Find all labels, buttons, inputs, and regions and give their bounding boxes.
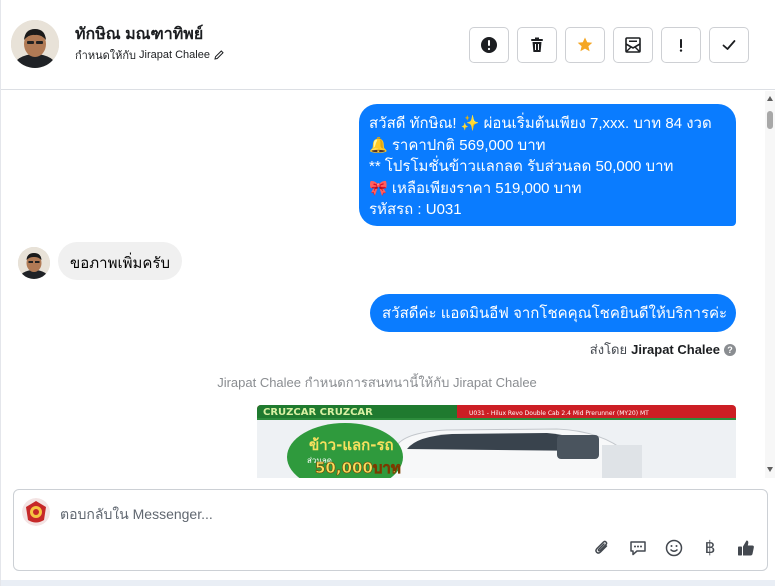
- incoming-message[interactable]: ขอภาพเพิ่มครับ: [58, 242, 182, 280]
- scroll-up-arrow-icon[interactable]: [767, 96, 773, 101]
- star-icon: [577, 37, 593, 52]
- emoji-icon: [665, 539, 683, 557]
- attach-icon: [595, 540, 608, 554]
- star-button[interactable]: [565, 27, 605, 63]
- contact-avatar[interactable]: [11, 20, 59, 68]
- trash-icon: [531, 37, 543, 52]
- help-icon[interactable]: ?: [724, 343, 736, 356]
- composer-tools: ฿: [591, 537, 757, 559]
- assignment-info[interactable]: กำหนดให้กับ Jirapat Chalee: [75, 46, 225, 64]
- promo-banner-left: CRUZCAR CRUZCAR: [263, 407, 373, 418]
- like-button[interactable]: [735, 537, 757, 559]
- promo-line-3: ** โปรโมชั่นข้าวแลกลด รับส่วนลด 50,000 บ…: [369, 158, 674, 175]
- reply-input[interactable]: [60, 504, 560, 524]
- delete-button[interactable]: [517, 27, 557, 63]
- sent-by-name: Jirapat Chalee: [631, 342, 720, 357]
- report-button[interactable]: [469, 27, 509, 63]
- scroll-thumb[interactable]: [767, 111, 773, 129]
- mark-unread-button[interactable]: [613, 27, 653, 63]
- sent-by-label: ส่งโดย Jirapat Chalee ?: [590, 339, 736, 360]
- reply-composer: ฿: [13, 489, 768, 571]
- message-thread[interactable]: สวัสดี ทักษิณ! ✨ ผ่อนเริ่มต้นเพียง 7,xxx…: [1, 91, 766, 478]
- sent-by-prefix: ส่งโดย: [589, 342, 628, 357]
- chat-icon: [630, 541, 646, 556]
- assigned-prefix: กำหนดให้กับ: [75, 50, 137, 62]
- attach-button[interactable]: [591, 537, 613, 559]
- outgoing-message-greeting[interactable]: สวัสดีค่ะ แอดมินอีฟ จากโชคคุณโชคยินดีให้…: [370, 294, 736, 332]
- thread-scrollbar[interactable]: [765, 91, 775, 478]
- like-icon: [738, 540, 754, 556]
- bottom-strip: [1, 580, 775, 586]
- done-button[interactable]: [709, 27, 749, 63]
- check-icon: [722, 40, 736, 50]
- assigned-agent: Jirapat Chalee: [139, 49, 210, 61]
- baht-icon: ฿: [704, 538, 716, 558]
- header-actions: [469, 27, 749, 63]
- important-button[interactable]: [661, 27, 701, 63]
- scroll-down-arrow-icon[interactable]: [767, 467, 773, 472]
- promo-image[interactable]: CRUZCAR CRUZCAR U031 - Hilux Revo Double…: [257, 405, 736, 478]
- emoji-button[interactable]: [663, 537, 685, 559]
- contact-name: ทักษิณ มณฑาทิพย์: [75, 26, 204, 43]
- promo-line-2: 🔔 ราคาปกติ 569,000 บาท: [369, 136, 546, 154]
- assignment-system-note: Jirapat Chalee กำหนดการสนทนานี้ให้กับ Ji…: [217, 375, 537, 390]
- promo-line-1: สวัสดี ทักษิณ! ✨ ผ่อนเริ่มต้นเพียง 7,xxx…: [369, 115, 712, 132]
- promo-banner-right: U031 - Hilux Revo Double Cab 2.4 Mid Pre…: [469, 410, 649, 417]
- promo-graphic: CRUZCAR CRUZCAR U031 - Hilux Revo Double…: [257, 405, 736, 478]
- agent-avatar: [22, 498, 50, 526]
- pencil-icon[interactable]: [213, 49, 225, 61]
- saved-replies-button[interactable]: [627, 537, 649, 559]
- payment-button[interactable]: ฿: [699, 537, 721, 559]
- promo-line-4: 🎀 เหลือเพียงราคา 519,000 บาท: [369, 179, 582, 197]
- contact-avatar-small[interactable]: [18, 247, 50, 279]
- outgoing-message-promo[interactable]: สวัสดี ทักษิณ! ✨ ผ่อนเริ่มต้นเพียง 7,xxx…: [359, 104, 736, 226]
- promo-badge-amount: 50,000บาท: [315, 459, 401, 477]
- conversation-header: ทักษิณ มณฑาทิพย์ กำหนดให้กับ Jirapat Cha…: [1, 0, 775, 90]
- alert-circle-icon: [481, 37, 497, 53]
- promo-badge-text: ข้าว-แลก-รถ: [309, 436, 394, 454]
- envelope-icon: [625, 37, 641, 53]
- messenger-conversation: ทักษิณ มณฑาทิพย์ กำหนดให้กับ Jirapat Cha…: [0, 0, 775, 586]
- exclamation-icon: [679, 39, 683, 52]
- promo-line-5: รหัสรถ : U031: [369, 201, 462, 218]
